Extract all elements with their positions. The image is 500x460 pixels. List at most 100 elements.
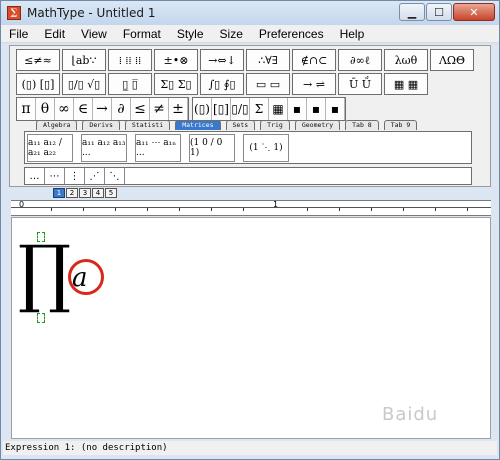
identity-nxn-template[interactable]: (1 ⋱ 1) [243,134,289,162]
size-4-button[interactable]: 4 [92,188,104,198]
ruler-tick [307,208,308,211]
misc-symbols-button[interactable]: ∂∞ℓ [338,49,382,71]
matrix-3x3-template[interactable]: a₁₁ a₁₂ a₁₃ ... [81,134,127,162]
up-diagonal-ellipsis-button[interactable]: ⋰ [85,168,105,184]
menu-format[interactable]: Format [115,27,169,41]
operator-symbols-button[interactable]: ±•⊗ [154,49,198,71]
less-equal-button[interactable]: ≤ [131,98,150,120]
tab-sets[interactable]: Sets [225,120,256,130]
subsup-template-button[interactable]: ▪ [326,98,345,120]
lower-limit-slot[interactable] [37,313,45,323]
status-bar: Expression 1: (no description) [3,441,497,455]
fraction-radical-templates-button[interactable]: ▯/▯ √▯ [62,73,106,95]
theta-button[interactable]: θ [36,98,55,120]
greek-uppercase-button[interactable]: ΛΩΘ [430,49,474,71]
tab-9[interactable]: Tab 9 [383,120,418,130]
mathtype-window: ∑ MathType - Untitled 1 ▁ ☐ ✕ File Edit … [0,0,500,460]
size-3-button[interactable]: 3 [79,188,91,198]
ruler-tick [435,208,436,211]
toolbar-area: ≤≠≈ ⌊ab∵ ⁞ ⁞⁞ ⁞⁞ ±•⊗ →⇔↓ ∴∀∃ ∉∩⊂ ∂∞ℓ λωθ… [9,45,491,187]
vertical-ellipsis-button[interactable]: ⋮ [65,168,85,184]
ruler-tick [147,208,148,211]
pi-button[interactable]: π [17,98,36,120]
ruler-mark-0: 0 [19,200,25,209]
close-button[interactable]: ✕ [453,3,495,21]
parentheses-template-button[interactable]: (▯) [193,98,212,120]
menu-file[interactable]: File [1,27,36,41]
fraction-template-button[interactable]: ▯/▯ [231,98,250,120]
arrow-symbols-button[interactable]: →⇔↓ [200,49,244,71]
identity-2x2-template[interactable]: (1 0 / 0 1) [189,134,235,162]
tab-8[interactable]: Tab 8 [345,120,379,130]
baseline-ellipsis-button[interactable]: … [25,168,45,184]
fence-templates-button[interactable]: (▯) [▯] [16,73,60,95]
element-of-button[interactable]: ∈ [74,98,93,120]
brackets-template-button[interactable]: [▯] [212,98,231,120]
partial-derivative-button[interactable]: ∂ [112,98,131,120]
maximize-button[interactable]: ☐ [426,3,452,21]
embellishments-button[interactable]: ⁞ ⁞⁞ ⁞⁞ [108,49,152,71]
menu-preferences[interactable]: Preferences [251,27,332,41]
spaces-ellipses-button[interactable]: ⌊ab∵ [62,49,106,71]
ruler-tick [83,208,84,211]
matrix-nxn-template[interactable]: a₁₁ ⋯ a₁ₙ ... [135,134,181,162]
menu-style[interactable]: Style [169,27,212,41]
plus-minus-button[interactable]: ± [169,98,188,120]
quick-symbol-group: π θ ∞ ∈ → ∂ ≤ ≠ ± [16,97,189,121]
ruler-tick [51,208,52,211]
matrix-templates-button[interactable]: ▦ ▦ [384,73,428,95]
not-equal-button[interactable]: ≠ [150,98,169,120]
infinity-button[interactable]: ∞ [55,98,74,120]
quick-template-group: (▯) [▯] ▯/▯ Σ ▦ ▪ ▪ ▪ [192,97,346,121]
product-operator: ∏ [18,230,72,316]
matrix-template-bar: a₁₁ a₁₂ / a₂₁ a₂₂ a₁₁ a₁₂ a₁₃ ... a₁₁ ⋯ … [24,131,472,164]
tab-geometry[interactable]: Geometry [294,120,341,130]
subscript-template-button[interactable]: ▪ [307,98,326,120]
underbar-overbar-templates-button[interactable]: ▭ ▭ [246,73,290,95]
ruler-tick [467,208,468,211]
right-arrow-button[interactable]: → [93,98,112,120]
subscript-superscript-templates-button[interactable]: ▯̲ ▯̅ [108,73,152,95]
relational-symbols-button[interactable]: ≤≠≈ [16,49,60,71]
ruler-tick [339,208,340,211]
down-diagonal-ellipsis-button[interactable]: ⋱ [105,168,125,184]
summation-templates-button[interactable]: Σ▯ Σ▯ [154,73,198,95]
tab-derivs[interactable]: Derivs [82,120,120,130]
template-palette-row: (▯) [▯] ▯/▯ √▯ ▯̲ ▯̅ Σ▯ Σ▯ ∫▯ ∮▯ ▭ ▭ → ⇌… [16,73,430,95]
menu-edit[interactable]: Edit [36,27,73,41]
mathtype-logo-icon: ∑ [7,6,21,20]
labeled-arrow-templates-button[interactable]: → ⇌ [292,73,336,95]
set-theory-symbols-button[interactable]: ∉∩⊂ [292,49,336,71]
minimize-button[interactable]: ▁ [399,3,425,21]
ruler-mark-1: 1 [273,200,279,209]
ruler-tick [371,208,372,211]
midline-ellipsis-button[interactable]: ⋯ [45,168,65,184]
menu-bar: File Edit View Format Style Size Prefere… [1,25,499,43]
tab-statistics[interactable]: Statisti [124,120,171,130]
logical-symbols-button[interactable]: ∴∀∃ [246,49,290,71]
tab-bar: Algebra Derivs Statisti Matrices Sets Tr… [36,120,422,130]
size-5-button[interactable]: 5 [105,188,117,198]
tab-matrices[interactable]: Matrices [175,120,221,130]
greek-lowercase-button[interactable]: λωθ [384,49,428,71]
integral-templates-button[interactable]: ∫▯ ∮▯ [200,73,244,95]
status-text: Expression 1: (no description) [5,443,168,453]
size-1-button[interactable]: 1 [53,188,65,198]
summation-template-button[interactable]: Σ [250,98,269,120]
size-2-button[interactable]: 2 [66,188,78,198]
title-bar: ∑ MathType - Untitled 1 ▁ ☐ ✕ [1,1,499,25]
matrix-template-button[interactable]: ▦ [269,98,288,120]
menu-help[interactable]: Help [332,27,373,41]
matrix-2x2-template[interactable]: a₁₁ a₁₂ / a₂₁ a₂₂ [27,134,73,162]
menu-size[interactable]: Size [212,27,251,41]
products-set-templates-button[interactable]: Ū Ṹ [338,73,382,95]
ruler[interactable]: 0 1 [11,200,491,216]
ruler-tick [211,208,212,211]
ruler-tick [403,208,404,211]
equation-editor-area[interactable]: ∏ a Baidu [11,217,491,439]
tab-algebra[interactable]: Algebra [36,120,78,130]
tab-trig[interactable]: Trig [260,120,290,130]
menu-view[interactable]: View [73,27,115,41]
ruler-tick [179,208,180,211]
superscript-template-button[interactable]: ▪ [288,98,307,120]
